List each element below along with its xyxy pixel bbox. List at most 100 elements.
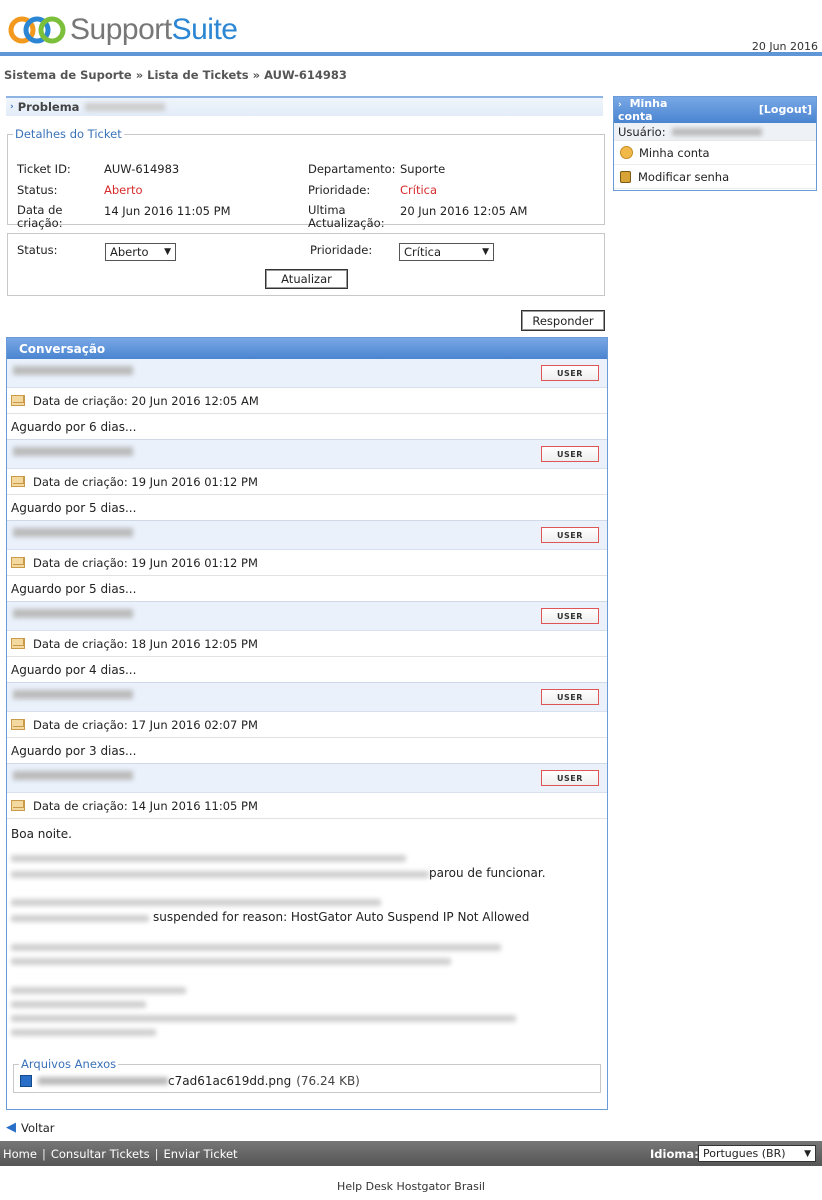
arrow-left-icon: ◀ [6, 1120, 16, 1135]
header-divider [0, 52, 822, 56]
redacted-text-line [11, 899, 381, 906]
footer-copyright: Help Desk Hostgator Brasil [337, 1180, 485, 1193]
redacted-text-line [11, 915, 149, 922]
envelope-icon [11, 476, 25, 487]
attachments-legend: Arquivos Anexos [21, 1057, 117, 1071]
conversation-entry: USER Data de criação: 19 Jun 2016 01:12 … [7, 521, 607, 602]
footer-nav: Home | Consultar Tickets | Enviar Ticket… [0, 1141, 822, 1166]
entry-date: Data de criação: 19 Jun 2016 01:12 PM [7, 550, 607, 576]
message-fragment-1: parou de funcionar. [429, 866, 546, 880]
redacted-text-line [11, 958, 451, 965]
status-select[interactable]: Aberto ▼ [105, 243, 176, 261]
entry-author: USER [7, 440, 607, 469]
account-panel: › Minha conta [Logout] Usuário: Minha co… [613, 96, 817, 191]
user-badge[interactable]: USER [541, 689, 599, 705]
logout-link[interactable]: [Logout] [759, 103, 812, 116]
chevron-right-icon: › [10, 102, 14, 112]
my-account-link[interactable]: Minha conta [614, 141, 816, 165]
envelope-icon [11, 800, 25, 811]
author-name-redacted [13, 609, 133, 618]
entry-author: USER [7, 683, 607, 712]
footer-view-tickets-link[interactable]: Consultar Tickets [51, 1147, 150, 1161]
reply-button[interactable]: Responder [521, 310, 605, 331]
attachment-link[interactable]: c7ad61ac619dd.png (76.24 KB) [20, 1074, 360, 1088]
status-value: Aberto [104, 183, 143, 197]
user-icon [620, 146, 633, 159]
priority-value: Crítica [400, 183, 438, 197]
dropdown-arrow-icon: ▼ [164, 247, 171, 257]
conversation-entry: USER Data de criação: 19 Jun 2016 01:12 … [7, 440, 607, 521]
entry-body: Aguardo por 5 dias... [7, 576, 607, 602]
conversation-title: Conversação [7, 338, 607, 359]
redacted-text-line [11, 944, 501, 951]
updated-value: 20 Jun 2016 12:05 AM [400, 204, 528, 218]
details-legend: Detalhes do Ticket [15, 127, 122, 141]
footer-home-link[interactable]: Home [3, 1147, 37, 1161]
entry-date: Data de criação: 17 Jun 2016 02:07 PM [7, 712, 607, 738]
entry-body: Aguardo por 5 dias... [7, 495, 607, 521]
file-icon [20, 1075, 32, 1087]
conversation-panel: Conversação USER Data de criação: 20 Jun… [6, 337, 608, 1110]
entry-date: Data de criação: 19 Jun 2016 01:12 PM [7, 469, 607, 495]
message-greeting: Boa noite. [11, 827, 72, 841]
language-select[interactable]: Portugues (BR) ▼ [698, 1145, 816, 1162]
problem-bar: › Problema [6, 96, 603, 116]
ticket-id-value: AUW-614983 [104, 162, 180, 176]
username-redacted [671, 127, 762, 136]
priority-select[interactable]: Crítica ▼ [399, 243, 494, 261]
logo-rings-icon [8, 16, 66, 44]
status-label: Status: [17, 183, 58, 197]
user-badge[interactable]: USER [541, 608, 599, 624]
redacted-text-line [11, 987, 186, 994]
redacted-text-line [11, 1001, 146, 1008]
footer-submit-ticket-link[interactable]: Enviar Ticket [164, 1147, 238, 1161]
form-status-label: Status: [17, 243, 58, 257]
back-link[interactable]: ◀ Voltar [6, 1120, 55, 1135]
ticket-id-label: Ticket ID: [17, 162, 71, 176]
page-header: SupportSuite 20 Jun 2016 [0, 0, 822, 56]
department-label: Departamento: [308, 162, 396, 176]
author-name-redacted [13, 528, 133, 537]
breadcrumb[interactable]: Sistema de Suporte » Lista de Tickets » … [4, 68, 347, 82]
attachment-size: (76.24 KB) [296, 1074, 360, 1088]
separator: | [41, 1146, 46, 1161]
redacted-text-line [11, 855, 406, 862]
entry-author: USER [7, 602, 607, 631]
separator: | [154, 1146, 159, 1161]
created-value: 14 Jun 2016 11:05 PM [104, 204, 231, 218]
problem-subject-redacted [85, 103, 166, 111]
envelope-icon [11, 638, 25, 649]
supportsuite-logo[interactable]: SupportSuite [8, 10, 238, 50]
user-label: Usuário: [618, 124, 666, 139]
entry-body: Aguardo por 3 dias... [7, 738, 607, 764]
user-badge[interactable]: USER [541, 446, 599, 462]
user-badge[interactable]: USER [541, 365, 599, 381]
dropdown-arrow-icon: ▼ [482, 247, 489, 257]
form-priority-label: Prioridade: [310, 243, 373, 257]
attachment-name-redacted [38, 1077, 168, 1085]
conversation-entry-original: USER Data de criação: 14 Jun 2016 11:05 … [7, 764, 607, 1105]
author-name-redacted [13, 366, 133, 375]
entry-date: Data de criação: 14 Jun 2016 11:05 PM [7, 793, 607, 819]
department-value: Suporte [400, 162, 446, 176]
conversation-entry: USER Data de criação: 20 Jun 2016 12:05 … [7, 359, 607, 440]
envelope-icon [11, 395, 25, 406]
chevron-right-icon: › [618, 100, 622, 110]
entry-body: Aguardo por 4 dias... [7, 657, 607, 683]
change-password-link[interactable]: Modificar senha [614, 165, 816, 189]
author-name-redacted [13, 690, 133, 699]
update-button[interactable]: Atualizar [265, 269, 348, 289]
created-label: Data de criação: [17, 203, 63, 230]
message-fragment-2: suspended for reason: HostGator Auto Sus… [153, 910, 530, 924]
envelope-icon [11, 557, 25, 568]
author-name-redacted [13, 771, 133, 780]
user-badge[interactable]: USER [541, 770, 599, 786]
account-header: › Minha conta [Logout] [614, 97, 816, 123]
entry-author: USER [7, 521, 607, 550]
entry-body: Aguardo por 6 dias... [7, 414, 607, 440]
user-badge[interactable]: USER [541, 527, 599, 543]
attachment-name[interactable]: c7ad61ac619dd.png [168, 1074, 291, 1088]
lock-icon [620, 170, 631, 183]
updated-label: Ultima Actualização: [308, 203, 385, 230]
update-form: Status: Aberto ▼ Prioridade: Crítica ▼ Atu… [7, 233, 605, 296]
